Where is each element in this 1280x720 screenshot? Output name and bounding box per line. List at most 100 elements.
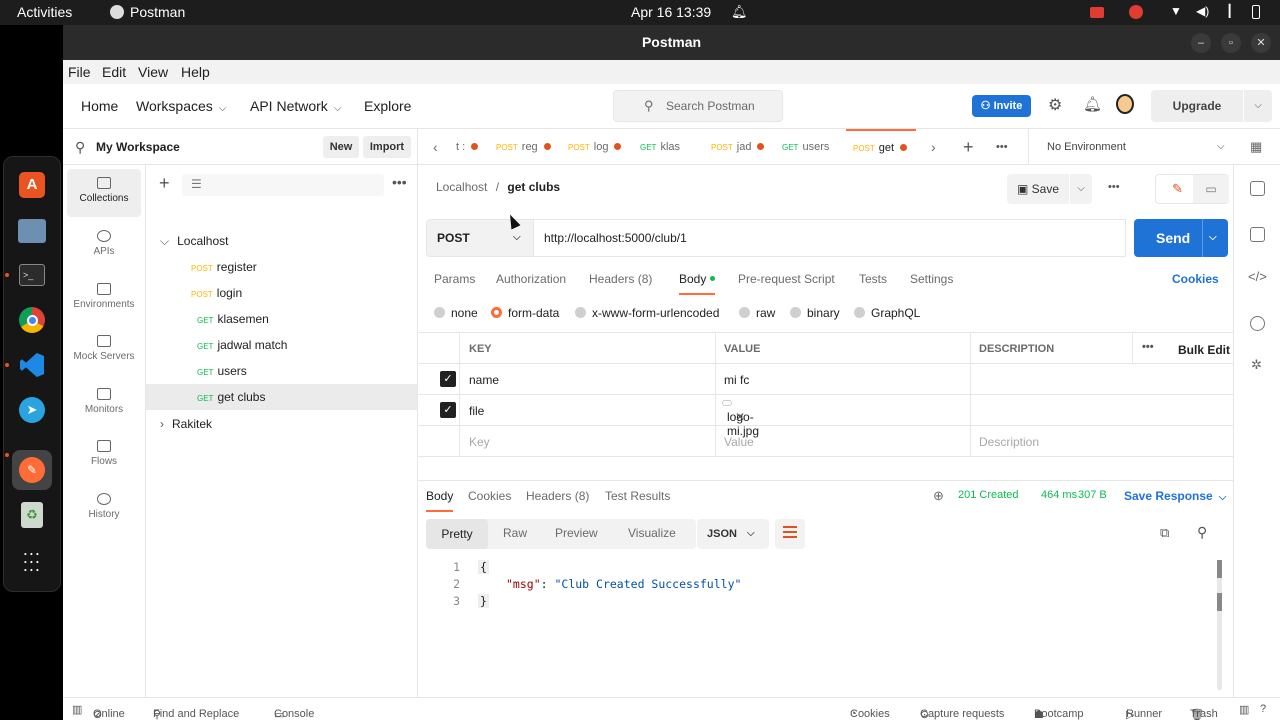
radio-form-data[interactable]: form-data — [491, 306, 559, 320]
radio-none[interactable]: none — [434, 306, 478, 320]
save-response-button[interactable]: Save Response ⌵ — [1124, 489, 1226, 503]
more-options-icon[interactable]: ••• — [392, 174, 407, 190]
sidebar-toggle-icon[interactable]: ▥ — [72, 703, 82, 716]
menu-edit[interactable]: Edit — [102, 64, 126, 80]
url-input[interactable]: http://localhost:5000/club/1 — [534, 219, 1126, 257]
format-raw[interactable]: Raw — [503, 526, 527, 540]
tree-item-klasemen[interactable]: GET klasemen — [146, 306, 417, 332]
tab-item[interactable]: GET users — [782, 129, 852, 165]
wifi-icon[interactable]: ▼ — [1170, 4, 1182, 18]
app-grid-icon[interactable]: ∙∙∙ ∙∙∙ ∙∙∙ — [12, 541, 52, 581]
breadcrumb-parent[interactable]: Localhost — [436, 180, 487, 194]
tree-item-login[interactable]: POST login — [146, 280, 417, 306]
tab-options-icon[interactable]: ••• — [996, 129, 1008, 165]
file-chip[interactable]: logo-mi.jpg ✕ — [722, 400, 759, 438]
tab-item[interactable]: POST reg — [496, 129, 568, 165]
environment-selector[interactable]: No Environment ⌵ — [1028, 129, 1228, 165]
format-pretty[interactable]: Pretty — [426, 519, 488, 549]
layout-icon[interactable]: ▥ — [1239, 703, 1249, 716]
comments-icon[interactable]: ▭ — [1193, 175, 1229, 203]
globe-icon[interactable]: ⊕ — [933, 488, 944, 504]
response-tab-headers[interactable]: Headers (8) — [526, 489, 589, 503]
row-key[interactable]: file — [469, 404, 484, 418]
settings-gear-icon[interactable]: ⚙ — [1048, 95, 1062, 115]
status-badge[interactable]: 201 Created — [958, 489, 1019, 501]
radio-raw[interactable]: raw — [739, 306, 775, 320]
response-size[interactable]: 307 B — [1078, 489, 1107, 501]
lightbulb-icon[interactable]: ✲ — [1251, 357, 1262, 373]
app-menu[interactable]: Postman — [130, 4, 185, 20]
radio-urlencoded[interactable]: x-www-form-urlencoded — [575, 306, 719, 320]
bulk-edit-button[interactable]: Bulk Edit — [1178, 343, 1230, 357]
nav-explore[interactable]: Explore — [364, 98, 411, 114]
row-value[interactable]: mi fc — [724, 373, 749, 387]
upgrade-button[interactable]: Upgrade — [1151, 90, 1243, 122]
close-icon[interactable]: ✕ — [1251, 33, 1271, 53]
import-button[interactable]: Import — [363, 136, 411, 158]
menu-file[interactable]: File — [68, 64, 91, 80]
row-checkbox[interactable]: ✓ — [440, 402, 456, 418]
vscode-icon[interactable] — [12, 345, 52, 385]
code-scrollbar[interactable] — [1217, 560, 1222, 690]
tabs-scroll-left-icon[interactable]: ‹ — [433, 129, 438, 165]
rail-history[interactable]: History — [67, 485, 141, 533]
tab-authorization[interactable]: Authorization — [496, 272, 566, 286]
rail-apis[interactable]: APIs — [67, 222, 141, 270]
rail-environments[interactable]: Environments — [67, 275, 141, 323]
send-dropdown-chevron-icon[interactable]: ⌵ — [1209, 219, 1217, 257]
language-select[interactable]: JSON ⌵ — [697, 519, 769, 549]
new-button[interactable]: New — [323, 136, 359, 158]
documentation-icon[interactable] — [1250, 181, 1265, 196]
tab-tests[interactable]: Tests — [859, 272, 887, 286]
wrap-lines-icon[interactable] — [775, 519, 805, 549]
rail-collections[interactable]: Collections — [67, 169, 141, 217]
postman-icon[interactable]: ✎ — [12, 450, 52, 490]
send-button[interactable]: Send ⌵ — [1134, 219, 1228, 257]
upgrade-dropdown-chevron-icon[interactable]: ⌵ — [1244, 90, 1272, 122]
nav-home[interactable]: Home — [81, 98, 118, 114]
collection-localhost[interactable]: ⌵ Localhost — [146, 228, 417, 254]
volume-icon[interactable]: ◀) — [1196, 4, 1209, 18]
tab-body[interactable]: Body — [679, 272, 716, 295]
request-more-icon[interactable]: ••• — [1108, 181, 1120, 193]
invite-button[interactable]: ⚇ Invite — [972, 95, 1031, 117]
description-placeholder[interactable]: Description — [979, 435, 1039, 449]
activities-button[interactable]: Activities — [17, 4, 72, 20]
edit-pencil-icon[interactable]: ✎ — [1172, 181, 1183, 197]
add-collection-icon[interactable]: + — [159, 173, 170, 194]
chrome-icon[interactable] — [12, 300, 52, 340]
rail-monitors[interactable]: Monitors — [67, 380, 141, 428]
key-placeholder[interactable]: Key — [469, 435, 490, 449]
tree-item-register[interactable]: POST register — [146, 254, 417, 280]
tree-item-users[interactable]: GET users — [146, 358, 417, 384]
workspace-name[interactable]: My Workspace — [96, 140, 180, 154]
request-title[interactable]: get clubs — [507, 180, 560, 194]
value-placeholder[interactable]: Value — [724, 435, 754, 449]
minimize-icon[interactable]: – — [1191, 33, 1211, 53]
terminal-icon[interactable]: >_ — [12, 255, 52, 295]
comments-icon[interactable] — [1250, 227, 1265, 242]
menu-help[interactable]: Help — [181, 64, 210, 80]
info-icon[interactable] — [1250, 316, 1265, 331]
save-dropdown-chevron-icon[interactable]: ⌵ — [1070, 174, 1092, 204]
tab-item-active[interactable]: POST get — [846, 129, 916, 165]
tab-pre-request-script[interactable]: Pre-request Script — [738, 272, 835, 286]
code-snippet-icon[interactable]: </> — [1248, 269, 1267, 284]
format-preview[interactable]: Preview — [555, 526, 598, 540]
radio-binary[interactable]: binary — [790, 306, 840, 320]
rail-mock-servers[interactable]: Mock Servers — [67, 327, 141, 375]
response-time[interactable]: 464 ms — [1041, 489, 1077, 501]
ubuntu-software-icon[interactable]: A — [12, 165, 52, 205]
tree-item-jadwal-match[interactable]: GET jadwal match — [146, 332, 417, 358]
tab-item[interactable]: POST jad — [711, 129, 781, 165]
response-tab-body[interactable]: Body — [426, 489, 454, 512]
notifications-bell-icon[interactable]: 🔔︎ — [1083, 95, 1102, 113]
new-tab-plus-icon[interactable]: + — [963, 129, 974, 165]
search-response-icon[interactable]: ⚲ — [1197, 524, 1207, 541]
menu-view[interactable]: View — [138, 64, 168, 80]
api-icon[interactable]: ▦ — [1250, 139, 1262, 155]
battery-icon[interactable] — [1252, 5, 1260, 19]
avatar[interactable] — [1116, 94, 1134, 114]
row-key[interactable]: name — [469, 373, 499, 387]
tab-headers[interactable]: Headers (8) — [589, 272, 652, 286]
